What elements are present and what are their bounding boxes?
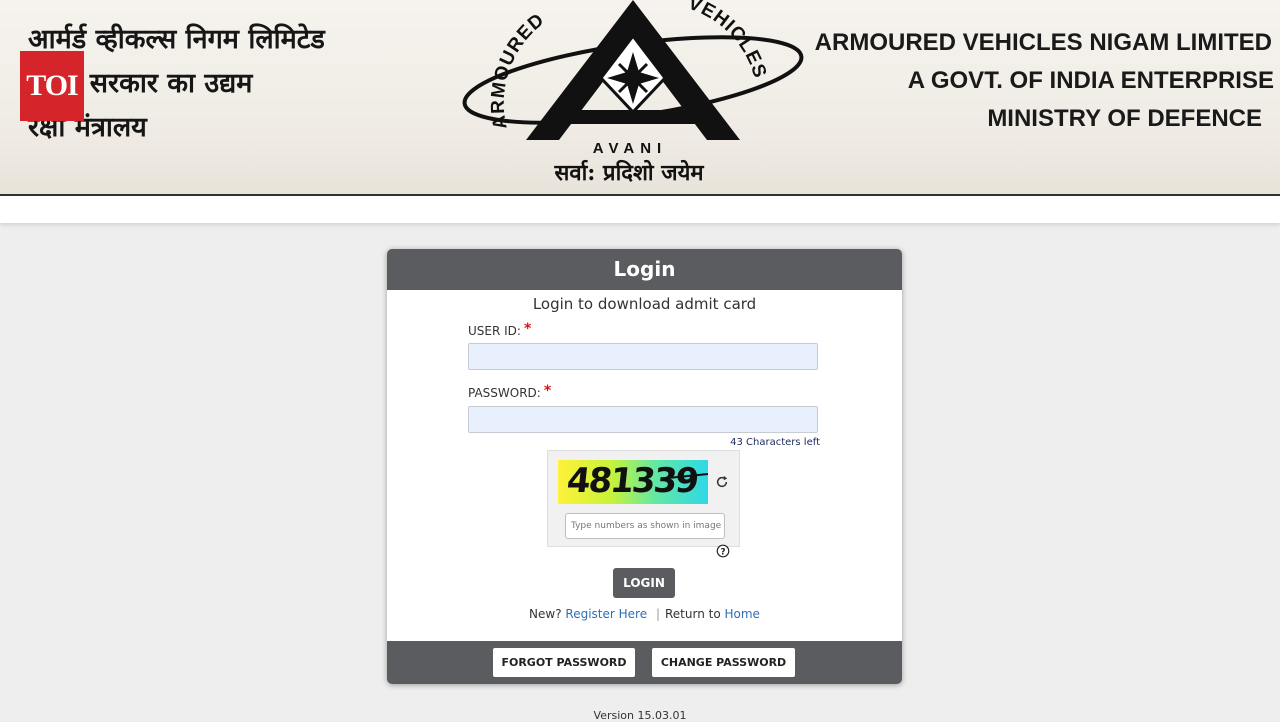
user-id-label-text: USER ID: — [468, 324, 521, 338]
captcha-noise-line — [667, 473, 708, 479]
captcha-image: 481339 — [558, 460, 708, 504]
english-org-name: ARMOURED VEHICLES NIGAM LIMITED A GOVT. … — [814, 24, 1274, 138]
captcha-box: 481339 Type numbers as shown in image — [547, 450, 740, 547]
required-marker: * — [543, 383, 552, 399]
forgot-password-button[interactable]: FORGOT PASSWORD — [493, 648, 635, 677]
register-link[interactable]: Register Here — [565, 607, 647, 621]
svg-text:?: ? — [720, 548, 725, 558]
question-circle-icon[interactable]: ? — [716, 544, 730, 558]
logo-name: AVANI — [592, 140, 668, 157]
header-banner: आर्मर्ड व्हीकल्स निगम लिमिटेड भारत सरकार… — [0, 0, 1280, 196]
version-text: Version 15.03.01 — [593, 709, 687, 722]
nav-strip — [0, 196, 1280, 223]
login-title: Login — [387, 249, 902, 290]
user-id-label: USER ID: * — [468, 321, 532, 339]
logo-motto: सर्वा: प्रदिशो जयेम — [554, 160, 704, 186]
new-user-text: New? — [529, 607, 562, 621]
login-card-footer: FORGOT PASSWORD CHANGE PASSWORD — [387, 641, 902, 684]
login-button[interactable]: LOGIN — [613, 568, 675, 598]
english-line-1: ARMOURED VEHICLES NIGAM LIMITED — [814, 29, 1272, 56]
links-separator: | — [655, 607, 660, 621]
password-chars-left: 43 Characters left — [730, 437, 820, 448]
return-text: Return to — [664, 607, 721, 621]
required-marker: * — [523, 321, 532, 337]
home-link[interactable]: Home — [725, 607, 760, 621]
toi-watermark-badge: TOI — [20, 51, 84, 121]
english-line-3: MINISTRY OF DEFENCE — [987, 105, 1262, 132]
change-password-button[interactable]: CHANGE PASSWORD — [652, 648, 795, 677]
login-subtitle: Login to download admit card — [532, 295, 757, 313]
password-input[interactable] — [468, 406, 818, 433]
login-card: Login Login to download admit card USER … — [387, 249, 902, 684]
user-id-input[interactable] — [468, 343, 818, 370]
password-label: PASSWORD: * — [468, 383, 552, 401]
refresh-icon[interactable] — [715, 475, 729, 489]
account-links: New? Register Here | Return to Home — [387, 607, 902, 621]
password-label-text: PASSWORD: — [468, 386, 541, 400]
captcha-input[interactable]: Type numbers as shown in image — [565, 513, 725, 539]
english-line-2: A GOVT. OF INDIA ENTERPRISE — [907, 67, 1274, 94]
